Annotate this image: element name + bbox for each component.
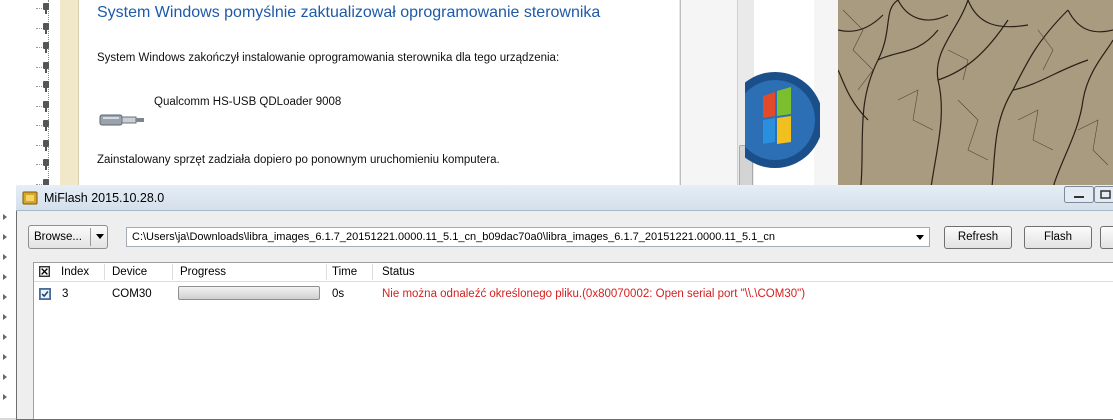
install-title: System Windows pomyślnie zaktualizował o… bbox=[97, 4, 600, 22]
column-header-status[interactable]: Status bbox=[382, 266, 415, 278]
select-all-checkbox[interactable] bbox=[39, 266, 50, 277]
plug-body bbox=[43, 23, 49, 30]
row-checkbox[interactable] bbox=[39, 288, 51, 300]
plug-pin bbox=[45, 88, 47, 92]
tree-expander-icon[interactable] bbox=[3, 274, 7, 280]
flash-label: Flash bbox=[1024, 231, 1092, 243]
maximize-button[interactable] bbox=[1094, 186, 1113, 203]
tree-expander-icon[interactable] bbox=[3, 294, 7, 300]
tree-expander-icon[interactable] bbox=[3, 374, 7, 380]
tree-branch bbox=[36, 164, 42, 166]
plug-pin bbox=[45, 108, 47, 112]
tree-branch bbox=[36, 67, 42, 69]
plug-body bbox=[43, 62, 49, 69]
usb-plug-icon bbox=[98, 108, 146, 130]
restart-message: Zainstalowany sprzęt zadziała dopiero po… bbox=[97, 154, 500, 166]
tree-expander-icon[interactable] bbox=[3, 254, 7, 260]
plug-pin bbox=[45, 10, 47, 14]
plug-pin bbox=[45, 49, 47, 53]
plug-body bbox=[43, 101, 49, 108]
plug-pin bbox=[45, 147, 47, 151]
plug-pin bbox=[45, 69, 47, 73]
miflash-app-icon bbox=[22, 190, 38, 206]
path-value: C:\Users\ja\Downloads\libra_images_6.1.7… bbox=[132, 231, 775, 243]
row-status: Nie można odnaleźć określonego pliku.(0x… bbox=[382, 288, 805, 300]
tree-branch bbox=[36, 86, 42, 88]
plug-pin bbox=[45, 30, 47, 34]
row-device: COM30 bbox=[112, 288, 152, 300]
plug-body bbox=[43, 81, 49, 88]
browse-dropdown-arrow-icon[interactable] bbox=[96, 234, 104, 239]
refresh-label: Refresh bbox=[944, 231, 1012, 243]
row-index: 3 bbox=[62, 288, 68, 300]
column-separator[interactable] bbox=[172, 264, 173, 280]
tree-expander-icon[interactable] bbox=[3, 314, 7, 320]
column-separator[interactable] bbox=[372, 264, 373, 280]
column-header-time[interactable]: Time bbox=[332, 266, 357, 278]
row-time: 0s bbox=[332, 288, 344, 300]
column-separator[interactable] bbox=[326, 264, 327, 280]
browse-label: Browse... bbox=[34, 231, 82, 243]
tree-expander-icon[interactable] bbox=[3, 214, 7, 220]
column-header-progress[interactable]: Progress bbox=[180, 266, 226, 278]
plug-body bbox=[43, 42, 49, 49]
plug-body bbox=[43, 140, 49, 147]
desktop-wallpaper bbox=[838, 0, 1113, 210]
extra-button[interactable] bbox=[1100, 226, 1113, 249]
minimize-button[interactable] bbox=[1064, 186, 1094, 203]
tree-branch bbox=[36, 8, 42, 10]
tree-expander-icon[interactable] bbox=[3, 354, 7, 360]
path-dropdown-arrow-icon[interactable] bbox=[916, 235, 924, 240]
title-bar[interactable] bbox=[16, 185, 1113, 211]
tree-branch bbox=[36, 47, 42, 49]
column-header-index[interactable]: Index bbox=[61, 266, 89, 278]
plug-body bbox=[43, 120, 49, 127]
column-separator[interactable] bbox=[104, 264, 105, 280]
window-title: MiFlash 2015.10.28.0 bbox=[44, 191, 164, 205]
column-header-device[interactable]: Device bbox=[112, 266, 147, 278]
plug-pin bbox=[45, 127, 47, 131]
browse-separator bbox=[90, 228, 91, 246]
tree-branch bbox=[36, 125, 42, 127]
plug-body bbox=[43, 3, 49, 10]
tree-branch bbox=[36, 28, 42, 30]
device-name: Qualcomm HS-USB QDLoader 9008 bbox=[154, 96, 341, 108]
windows-orb-icon bbox=[745, 60, 820, 180]
plug-body bbox=[43, 159, 49, 166]
tree-expander-icon[interactable] bbox=[3, 394, 7, 400]
tree-branch bbox=[36, 145, 42, 147]
tree-expander-icon[interactable] bbox=[3, 334, 7, 340]
install-message: System Windows zakończył instalowanie op… bbox=[97, 52, 559, 64]
tree-branch bbox=[36, 106, 42, 108]
plug-pin bbox=[45, 166, 47, 170]
row-progress-bar bbox=[178, 286, 320, 300]
tree-expander-icon[interactable] bbox=[3, 234, 7, 240]
